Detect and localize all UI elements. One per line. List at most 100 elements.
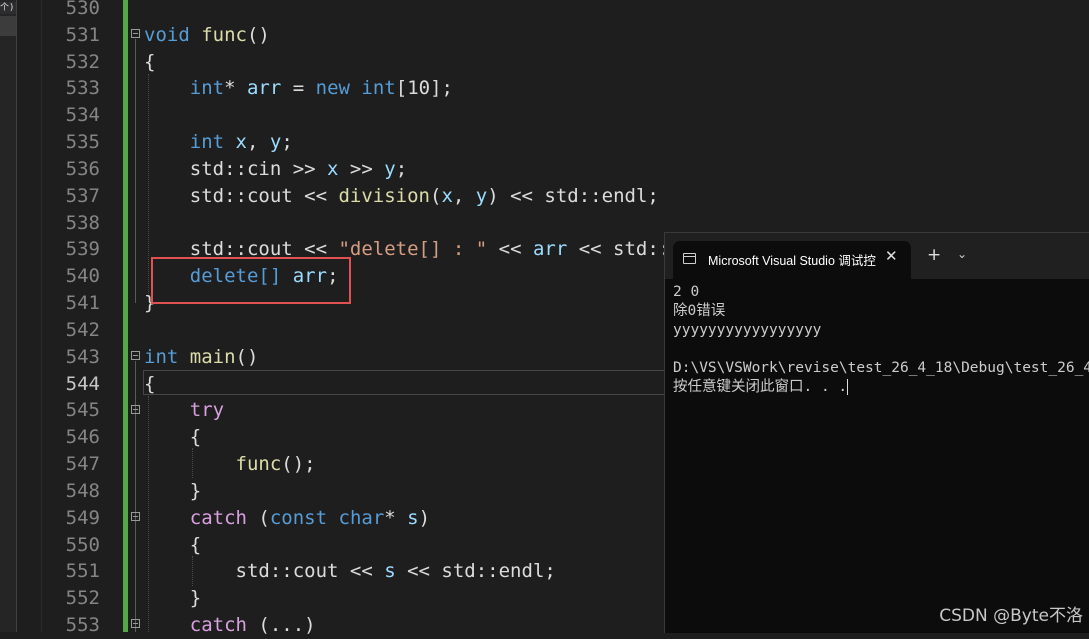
code-token: =: [281, 77, 316, 100]
code-token: {: [144, 533, 202, 556]
console-line: D:\VS\VSWork\revise\test_26_4_18\Debug\t…: [673, 359, 1089, 378]
code-token: new: [315, 77, 350, 100]
line-number: 547: [65, 453, 100, 476]
code-token: arr: [532, 238, 568, 261]
line-number: 543: [65, 345, 100, 368]
code-line: std::cin >> x >> y;: [144, 156, 407, 183]
code-line: std::cout << s << std::endl;: [144, 558, 556, 585]
code-token: (...): [246, 614, 316, 637]
line-number: 552: [65, 587, 100, 610]
code-line: try: [144, 397, 224, 424]
terminal-icon: [683, 253, 696, 264]
annotation-box: [151, 257, 351, 304]
line-number: 553: [65, 614, 100, 637]
line-number: 530: [65, 0, 100, 19]
code-line: int x, y;: [144, 129, 293, 156]
code-token: division: [338, 184, 430, 207]
code-token: "delete[] : ": [338, 238, 488, 261]
console-line: [673, 340, 1089, 359]
code-token: const: [269, 506, 328, 529]
code-token: *: [224, 77, 247, 100]
line-number: 545: [65, 399, 100, 422]
code-token: int: [144, 345, 179, 368]
code-token: int: [361, 77, 396, 100]
code-token: func: [235, 453, 282, 476]
code-token: ();: [281, 453, 316, 476]
console-tab-bar: Microsoft Visual Studio 调试控 ✕ + ⌄: [665, 233, 1089, 279]
panel-label: 个): [0, 2, 16, 14]
code-token: main: [189, 345, 236, 368]
code-token: y: [384, 157, 396, 180]
console-text: D:\VS\VSWork\revise\test_26_4_18\Debug\t…: [673, 360, 1089, 376]
code-line: {: [144, 49, 155, 76]
code-token: x: [441, 184, 453, 207]
code-token: (: [246, 506, 270, 529]
console-line: 按任意键关闭此窗口. . .: [673, 378, 1089, 397]
code-token: catch: [189, 506, 247, 529]
code-token: void: [144, 23, 190, 46]
panel-selection: [0, 16, 16, 36]
line-number: 538: [65, 211, 100, 234]
code-token: {: [144, 50, 156, 73]
close-icon[interactable]: ✕: [885, 247, 898, 265]
debug-console-window[interactable]: Microsoft Visual Studio 调试控 ✕ + ⌄ 2 0 除0错…: [664, 232, 1089, 633]
code-token: {: [144, 426, 202, 449]
code-token: (): [246, 23, 270, 46]
line-number: 550: [65, 533, 100, 556]
new-tab-button[interactable]: +: [927, 246, 941, 264]
console-text: 除0错误: [673, 303, 726, 319]
code-token: catch: [189, 614, 247, 637]
line-number: 537: [65, 184, 100, 207]
code-token: ): [418, 506, 431, 529]
watermark: CSDN @Byte不洛: [939, 606, 1083, 626]
code-token: }: [144, 587, 202, 610]
line-number: 533: [65, 77, 100, 100]
code-line: }: [144, 585, 201, 612]
code-token: (): [235, 345, 259, 368]
code-token: << std::endl;: [395, 560, 556, 583]
change-tracking-bar: [123, 0, 128, 632]
line-number: 535: [65, 131, 100, 154]
console-text: 按任意键关闭此窗口. . .: [673, 379, 848, 395]
code-token: s: [384, 560, 396, 583]
code-token: y: [269, 131, 282, 154]
code-line: catch (const char* s): [144, 505, 430, 532]
code-line: void func(): [144, 22, 270, 49]
code-token: try: [189, 399, 225, 422]
code-token: int: [189, 77, 225, 100]
code-token: ) << std::endl;: [487, 184, 659, 207]
code-token: std::cout <<: [144, 184, 339, 207]
code-token: {: [144, 372, 156, 395]
glyph-margin: [17, 0, 42, 632]
code-token: char: [338, 506, 385, 529]
code-token: std::cin >>: [144, 157, 328, 180]
line-number: 541: [65, 292, 100, 315]
console-output[interactable]: 2 0 除0错误 yyyyyyyyyyyyyyyyy D:\VS\VSWork\re…: [673, 283, 1089, 397]
line-number: 539: [65, 238, 100, 261]
code-line: {: [144, 424, 201, 451]
code-token: ,: [452, 184, 476, 207]
code-token: std::cout <<: [144, 560, 385, 583]
code-token: x: [327, 157, 339, 180]
code-token: (: [429, 184, 442, 207]
line-number: 534: [65, 104, 100, 127]
line-number: 546: [65, 426, 100, 449]
code-token: ,: [247, 131, 270, 154]
text-cursor: [847, 379, 849, 395]
line-number: 548: [65, 479, 100, 502]
solution-explorer-strip: 个): [0, 0, 16, 632]
code-token: <<: [487, 238, 533, 261]
chevron-down-icon[interactable]: ⌄: [957, 247, 967, 261]
code-token: [10];: [395, 77, 453, 100]
code-token: >>: [338, 157, 385, 180]
code-token: *: [384, 506, 408, 529]
console-tab[interactable]: Microsoft Visual Studio 调试控 ✕: [673, 241, 911, 279]
code-line: std::cout << division(x, y) << std::endl…: [144, 183, 659, 210]
